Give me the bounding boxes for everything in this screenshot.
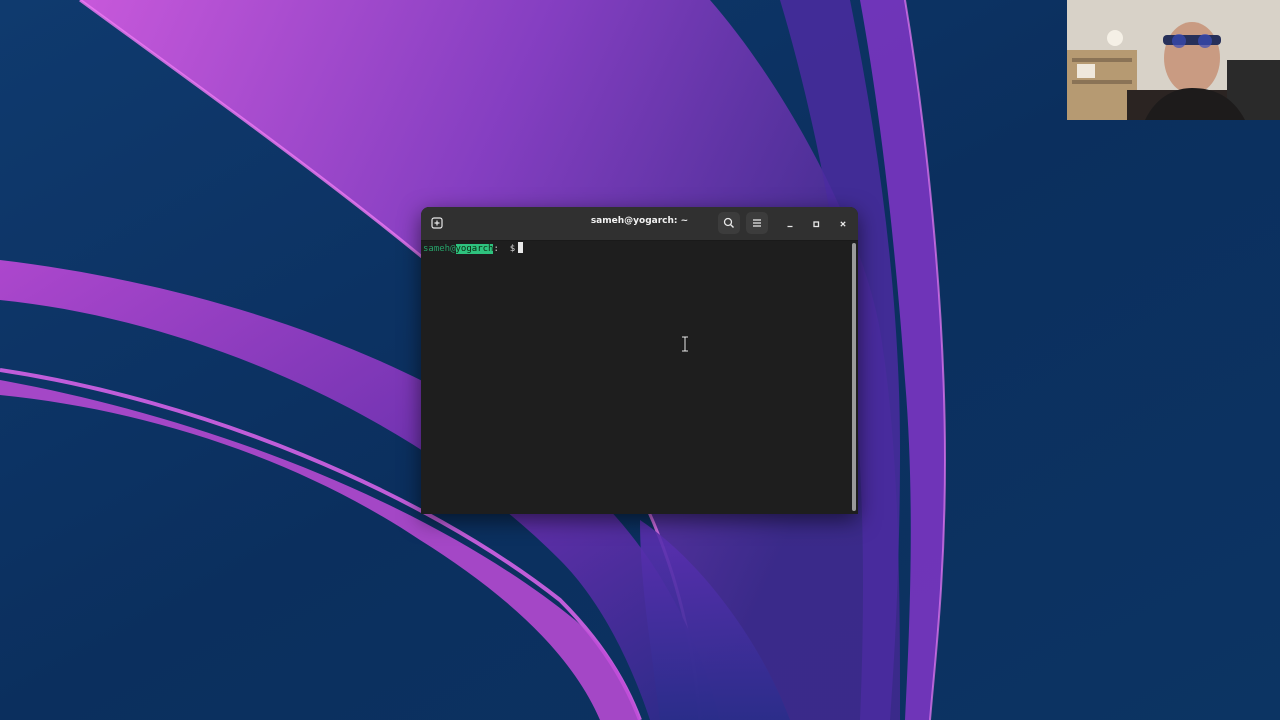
presenter-video bbox=[1067, 0, 1280, 120]
minimize-button[interactable] bbox=[782, 216, 798, 232]
close-icon bbox=[840, 221, 846, 227]
maximize-icon bbox=[813, 221, 820, 228]
ibeam-pointer-icon bbox=[682, 336, 688, 352]
prompt-user: sameh bbox=[423, 244, 451, 254]
maximize-button[interactable] bbox=[808, 216, 824, 232]
window-title: sameh@yogarch: ~ bbox=[590, 216, 689, 226]
prompt-at: @ bbox=[450, 244, 456, 254]
scrollbar[interactable] bbox=[852, 243, 856, 511]
terminal-headerbar[interactable]: sameh@yogarch: ~ bbox=[421, 207, 858, 241]
prompt-host: yogarch bbox=[455, 244, 494, 254]
webcam-overlay bbox=[1067, 0, 1280, 120]
prompt-line: sameh@yogarch: $ bbox=[423, 242, 524, 255]
new-tab-button[interactable] bbox=[426, 212, 448, 234]
hamburger-menu-icon bbox=[753, 219, 761, 227]
menu-button[interactable] bbox=[746, 212, 768, 234]
search-icon bbox=[723, 217, 734, 228]
text-cursor bbox=[518, 242, 524, 253]
minimize-icon bbox=[787, 225, 793, 228]
terminal-body[interactable]: sameh@yogarch: $ bbox=[421, 241, 851, 514]
search-button[interactable] bbox=[718, 212, 740, 234]
terminal-window[interactable]: sameh@yogarch: ~ sameh@yogarch: $ bbox=[421, 207, 858, 514]
close-button[interactable] bbox=[835, 216, 851, 232]
new-tab-icon bbox=[431, 217, 443, 229]
prompt-symbol: $ bbox=[509, 244, 516, 254]
prompt-separator: : bbox=[493, 244, 499, 254]
